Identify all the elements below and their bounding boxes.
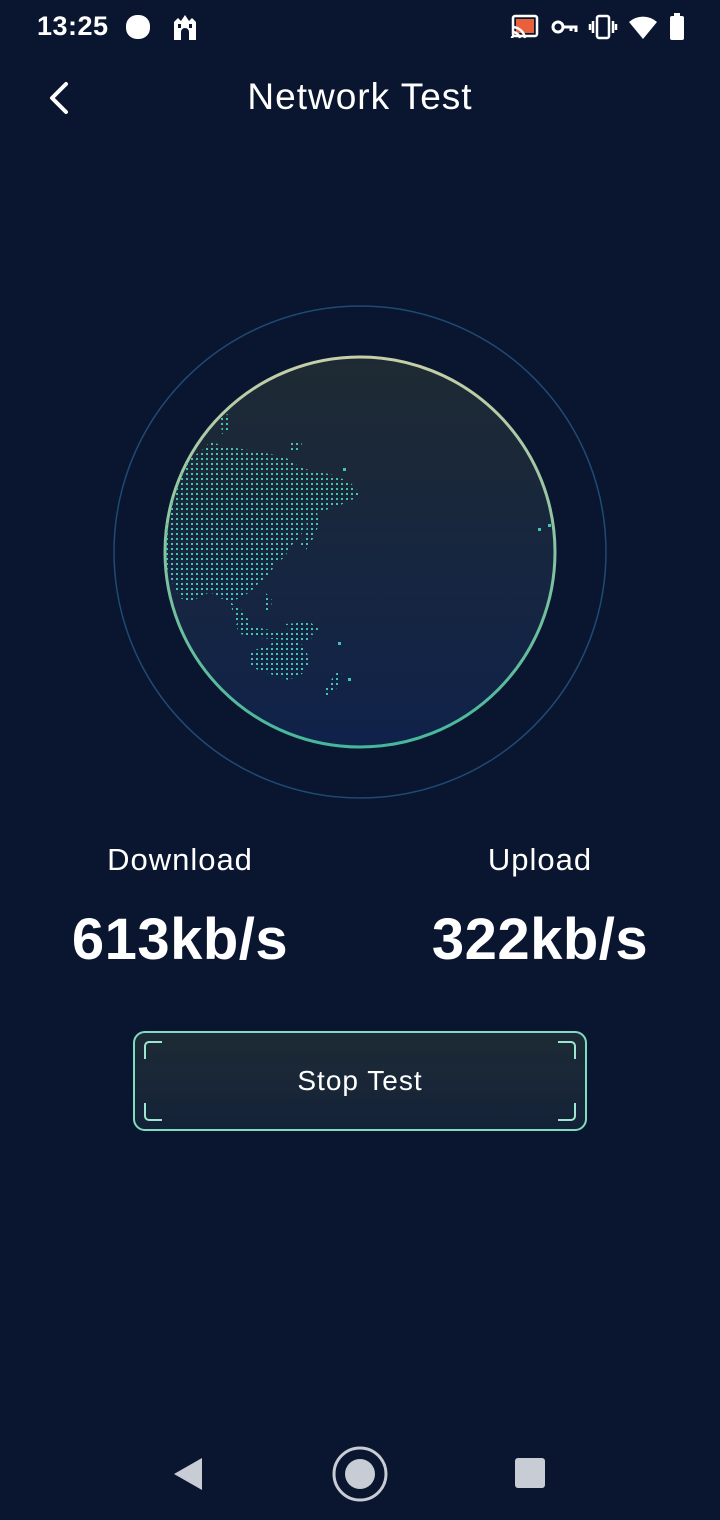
status-right-icons xyxy=(510,12,686,42)
status-bar: 13:25 xyxy=(0,0,720,52)
wifi-icon xyxy=(628,13,658,41)
corner-bracket-decoration xyxy=(558,1103,576,1121)
nav-home-button[interactable] xyxy=(330,1444,390,1504)
network-test-screen: 13:25 Network Test Download 613kb/s Uplo… xyxy=(0,0,720,1520)
stop-test-label: Stop Test xyxy=(297,1065,423,1096)
corner-bracket-decoration xyxy=(144,1041,162,1059)
vpn-key-icon xyxy=(550,14,578,40)
nav-back-button[interactable] xyxy=(170,1454,210,1494)
system-nav-bar xyxy=(0,1430,720,1520)
download-value: 613kb/s xyxy=(71,907,289,972)
cast-icon xyxy=(510,14,540,40)
download-label: Download xyxy=(107,842,253,877)
upload-label: Upload xyxy=(487,842,593,877)
battery-icon xyxy=(668,12,686,42)
header: Network Test xyxy=(0,62,720,134)
circle-notification-icon xyxy=(124,13,152,41)
nav-home-icon xyxy=(332,1446,388,1502)
upload-stat: Upload 322kb/s xyxy=(360,842,720,973)
nav-back-icon xyxy=(174,1458,202,1490)
nav-recents-icon xyxy=(515,1458,545,1488)
corner-bracket-decoration xyxy=(144,1103,162,1121)
status-time: 13:25 xyxy=(37,11,109,41)
globe-graphic xyxy=(110,302,610,802)
page-title: Network Test xyxy=(247,76,473,117)
upload-value: 322kb/s xyxy=(431,907,649,972)
corner-bracket-decoration xyxy=(558,1041,576,1059)
vibrate-icon xyxy=(588,13,618,41)
download-stat: Download 613kb/s xyxy=(0,842,360,973)
fortress-app-icon xyxy=(170,12,200,42)
stop-test-button[interactable]: Stop Test xyxy=(133,1031,587,1131)
status-left-icons xyxy=(124,12,200,42)
nav-recents-button[interactable] xyxy=(512,1455,548,1491)
globe-icon xyxy=(113,305,607,799)
